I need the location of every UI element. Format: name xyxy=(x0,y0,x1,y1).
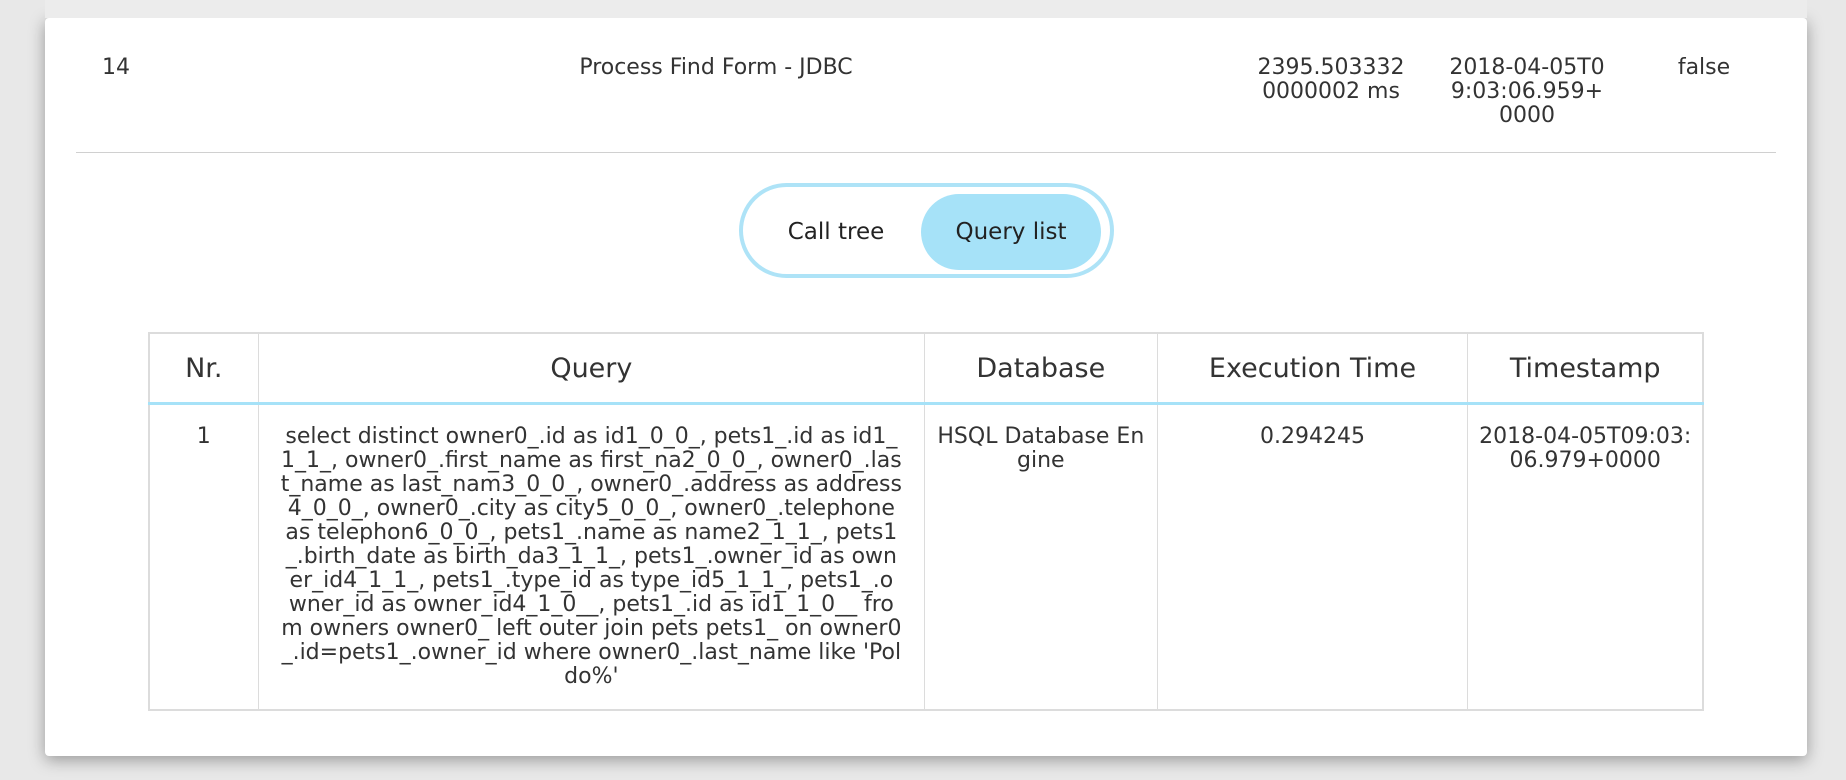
query-list-toggle-option[interactable]: Query list xyxy=(921,194,1101,270)
trace-id: 14 xyxy=(102,55,130,80)
table-row[interactable]: 1 select distinct owner0_.id as id1_0_0_… xyxy=(149,403,1703,710)
query-database-cell: HSQL Database Engine xyxy=(924,403,1158,710)
trace-summary-row[interactable]: 14 Process Find Form - JDBC 2395.5033320… xyxy=(76,36,1776,153)
query-nr-cell: 1 xyxy=(149,403,259,710)
column-header-query[interactable]: Query xyxy=(258,333,926,405)
trace-duration: 2395.5033320000002 ms xyxy=(1257,55,1405,104)
table-header-row: Nr. Query Database Execution Time Timest… xyxy=(149,333,1703,405)
trace-name: Process Find Form - JDBC xyxy=(579,55,853,80)
column-header-nr[interactable]: Nr. xyxy=(149,333,259,405)
trace-detail-card: 14 Process Find Form - JDBC 2395.5033320… xyxy=(45,0,1807,756)
query-execution-time-cell: 0.294245 xyxy=(1157,403,1469,710)
query-timestamp-cell: 2018-04-05T09:03:06.979+0000 xyxy=(1479,424,1692,473)
call-tree-toggle-option[interactable]: Call tree xyxy=(751,194,921,270)
trace-error-flag: false xyxy=(1677,55,1731,80)
column-header-timestamp[interactable]: Timestamp xyxy=(1467,333,1703,405)
query-list-table: Nr. Query Database Execution Time Timest… xyxy=(148,332,1704,711)
view-toggle: Call tree Query list xyxy=(739,183,1114,278)
trace-timestamp: 2018-04-05T09:03:06.959+0000 xyxy=(1449,55,1605,128)
query-text-cell: select distinct owner0_.id as id1_0_0_, … xyxy=(258,403,926,710)
column-header-execution-time[interactable]: Execution Time xyxy=(1157,333,1469,405)
column-header-database[interactable]: Database xyxy=(924,333,1158,405)
